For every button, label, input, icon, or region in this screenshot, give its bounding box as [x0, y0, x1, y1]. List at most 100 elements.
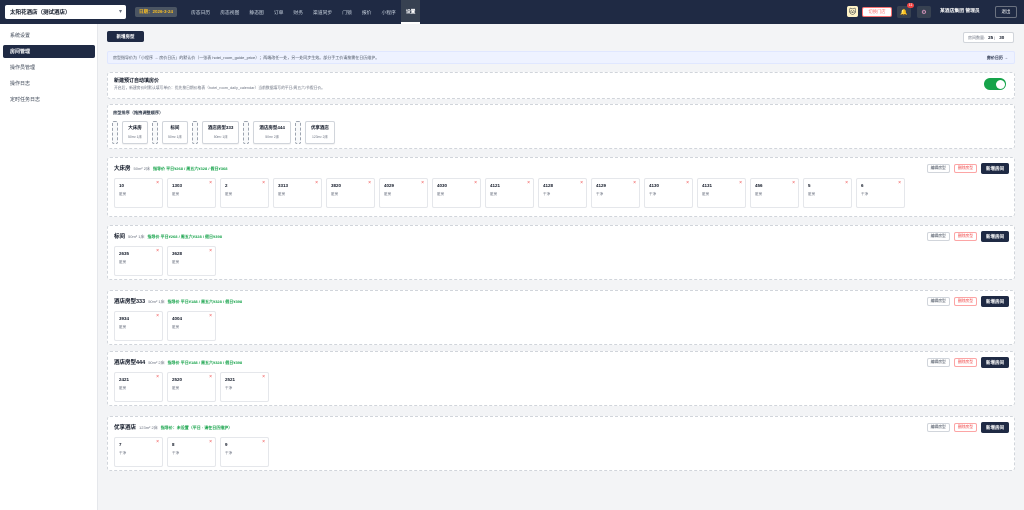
room-card[interactable]: 6 干净 × [856, 178, 905, 208]
nav-item[interactable]: 房态视图 [215, 0, 244, 24]
sidebar-item[interactable]: 操作员管理 [3, 61, 95, 74]
room-card[interactable]: 2521 干净 × [220, 372, 269, 402]
drag-handle-icon[interactable] [112, 121, 118, 144]
price-calendar-link[interactable]: 房价日历 → [987, 55, 1008, 61]
delete-type-button[interactable]: 删除房型 [953, 358, 977, 367]
remove-room-icon[interactable]: × [156, 248, 159, 254]
room-card[interactable]: 4030 脏房 × [432, 178, 481, 208]
room-card[interactable]: 3628 脏房 × [167, 246, 216, 276]
hotel-select[interactable]: 太阳花酒店（测试酒店） ▾ [5, 5, 126, 19]
add-room-type-button[interactable]: 新增房型 [107, 31, 144, 42]
delete-type-button[interactable]: 删除房型 [953, 423, 977, 432]
room-card[interactable]: 4029 脏房 × [379, 178, 428, 208]
remove-room-icon[interactable]: × [368, 180, 371, 186]
add-room-button[interactable]: 新增房间 [981, 163, 1009, 174]
room-card[interactable]: 3820 脏房 × [326, 178, 375, 208]
room-card[interactable]: 10 脏房 × [114, 178, 163, 208]
remove-room-icon[interactable]: × [315, 180, 318, 186]
remove-room-icon[interactable]: × [156, 313, 159, 319]
settings-gear-icon[interactable]: ⚙ [917, 6, 931, 18]
room-card[interactable]: 4130 干净 × [644, 178, 693, 208]
edit-type-button[interactable]: 编辑房型 [926, 297, 950, 306]
edit-type-button[interactable]: 编辑房型 [926, 232, 950, 241]
drag-handle-icon[interactable] [243, 121, 250, 144]
remove-room-icon[interactable]: × [209, 248, 212, 254]
remove-room-icon[interactable]: × [209, 180, 212, 186]
drag-handle-icon[interactable] [151, 121, 158, 144]
room-card[interactable]: 4129 干净 × [591, 178, 640, 208]
remove-room-icon[interactable]: × [898, 180, 901, 186]
room-type-chip[interactable]: 酒店房型444 50m² 2床 [253, 121, 291, 144]
edit-type-button[interactable]: 编辑房型 [926, 423, 950, 432]
room-card[interactable]: 9 干净 × [220, 437, 269, 467]
room-card[interactable]: 4121 脏房 × [485, 178, 534, 208]
remove-room-icon[interactable]: × [421, 180, 424, 186]
sidebar-item[interactable]: 系统设置 [3, 29, 95, 42]
remove-room-icon[interactable]: × [262, 180, 265, 186]
nav-item[interactable]: 财务 [288, 0, 308, 24]
remove-room-icon[interactable]: × [527, 180, 530, 186]
drag-handle-icon[interactable] [191, 121, 198, 144]
sidebar-item[interactable]: 操作日志 [3, 77, 95, 90]
room-card[interactable]: 4004 脏房 × [167, 311, 216, 341]
remove-room-icon[interactable]: × [845, 180, 848, 186]
remove-room-icon[interactable]: × [156, 439, 159, 445]
remove-room-icon[interactable]: × [209, 313, 212, 319]
bell-icon[interactable]: 🔔 11 [897, 3, 914, 18]
room-card[interactable]: 456 脏房 × [750, 178, 799, 208]
room-type-chip[interactable]: 大床房 50m² 1床 [122, 121, 148, 144]
nav-item[interactable]: 静态图 [244, 0, 268, 24]
delete-type-button[interactable]: 删除房型 [953, 297, 977, 306]
room-card[interactable]: 2635 脏房 × [114, 246, 163, 276]
room-card[interactable]: 7 干净 × [114, 437, 163, 467]
room-card[interactable]: 4128 干净 × [538, 178, 587, 208]
remove-room-icon[interactable]: × [209, 374, 212, 380]
add-room-button[interactable]: 新增房间 [981, 231, 1009, 242]
room-card[interactable]: 1303 脏房 × [167, 178, 216, 208]
cat-avatar-icon[interactable]: 🐱 [847, 6, 858, 17]
add-room-button[interactable]: 新增房间 [981, 357, 1009, 368]
room-card[interactable]: 3313 脏房 × [273, 178, 322, 208]
delete-type-button[interactable]: 删除房型 [953, 164, 977, 173]
remove-room-icon[interactable]: × [686, 180, 689, 186]
room-card[interactable]: 3934 脏房 × [114, 311, 163, 341]
remove-room-icon[interactable]: × [739, 180, 742, 186]
remove-room-icon[interactable]: × [156, 374, 159, 380]
auto-price-toggle[interactable] [984, 78, 1006, 90]
remove-room-icon[interactable]: × [633, 180, 636, 186]
nav-item[interactable]: 报价 [357, 0, 377, 24]
nav-item[interactable]: 房态日历 [186, 0, 215, 24]
user-name[interactable]: 某酒店集团 管理员 [940, 7, 980, 17]
edit-type-button[interactable]: 编辑房型 [926, 358, 950, 367]
remove-room-icon[interactable]: × [262, 439, 265, 445]
room-card[interactable]: 4131 脏房 × [697, 178, 746, 208]
nav-item[interactable]: 小程序 [376, 0, 400, 24]
remove-room-icon[interactable]: × [156, 180, 159, 186]
nav-item[interactable]: 设置 [400, 0, 421, 24]
add-room-button[interactable]: 新增房间 [981, 296, 1009, 307]
remove-room-icon[interactable]: × [580, 180, 583, 186]
room-card[interactable]: 2520 脏房 × [167, 372, 216, 402]
edit-type-button[interactable]: 编辑房型 [926, 164, 950, 173]
switch-store-button[interactable]: 切换门店 [862, 7, 892, 17]
drag-handle-icon[interactable] [294, 121, 301, 144]
remove-room-icon[interactable]: × [474, 180, 477, 186]
room-type-chip[interactable]: 优享酒店 123m² 2床 [304, 121, 335, 144]
room-type-chip[interactable]: 标间 50m² 1床 [161, 121, 188, 144]
remove-room-icon[interactable]: × [792, 180, 795, 186]
delete-type-button[interactable]: 删除房型 [953, 232, 977, 241]
logout-button[interactable]: 退出 [995, 6, 1017, 18]
room-card[interactable]: 2421 脏房 × [114, 372, 163, 402]
room-type-chip[interactable]: 酒店房型333 50m² 1床 [201, 121, 240, 144]
room-card[interactable]: 2 脏房 × [220, 178, 269, 208]
remove-room-icon[interactable]: × [262, 374, 265, 380]
nav-item[interactable]: 渠道同步 [308, 0, 337, 24]
remove-room-icon[interactable]: × [209, 439, 212, 445]
room-card[interactable]: 8 干净 × [167, 437, 216, 467]
nav-item[interactable]: 订单 [269, 0, 289, 24]
sidebar-item[interactable]: 房间管理 [3, 45, 95, 58]
sidebar-item[interactable]: 定时任务日志 [3, 93, 95, 106]
nav-item[interactable]: 门锁 [337, 0, 357, 24]
add-room-button[interactable]: 新增房间 [981, 422, 1009, 433]
room-card[interactable]: 5 脏房 × [803, 178, 852, 208]
